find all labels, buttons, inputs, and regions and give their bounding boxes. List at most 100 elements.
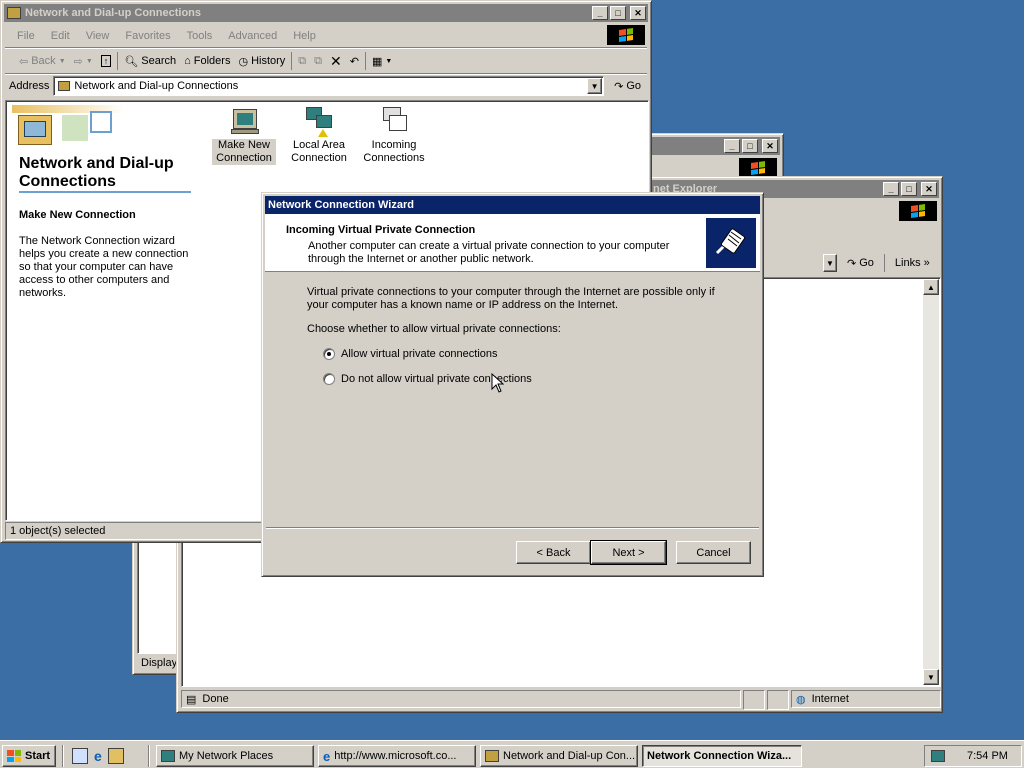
minimize-button[interactable]: _ bbox=[592, 6, 608, 20]
make-new-connection-icon bbox=[229, 105, 259, 137]
maximize-button[interactable]: □ bbox=[742, 139, 758, 153]
delete-x-icon: ✕ bbox=[330, 52, 342, 69]
ie-status: ▤ Done bbox=[181, 690, 741, 708]
folders-icon: ⌂ bbox=[184, 55, 191, 67]
delete-button[interactable]: ✕ bbox=[326, 50, 346, 72]
close-button[interactable]: ✕ bbox=[921, 182, 937, 196]
mouse-cursor-icon bbox=[491, 372, 505, 396]
scroll-down-button[interactable]: ▼ bbox=[923, 669, 939, 685]
copy-to-icon: ⧉ bbox=[314, 54, 323, 67]
menu-view[interactable]: View bbox=[78, 30, 118, 42]
history-button[interactable]: ◷ History bbox=[234, 50, 289, 72]
wizard-dialog: Network Connection Wizard Incoming Virtu… bbox=[261, 192, 764, 577]
task-my-network-places[interactable]: My Network Places bbox=[156, 745, 314, 767]
local-area-connection-icon bbox=[304, 105, 334, 137]
connection-item-incoming[interactable]: Incoming Connections bbox=[362, 105, 426, 165]
explorer-titlebar[interactable]: Network and Dial-up Connections _ □ ✕ bbox=[4, 4, 648, 22]
menu-favorites[interactable]: Favorites bbox=[117, 30, 178, 42]
network-tray-icon[interactable] bbox=[931, 750, 945, 762]
scroll-up-button[interactable]: ▲ bbox=[923, 279, 939, 295]
address-dropdown-button[interactable]: ▼ bbox=[823, 254, 837, 272]
cancel-button[interactable]: Cancel bbox=[676, 541, 751, 564]
undo-icon: ↶ bbox=[349, 55, 359, 68]
minimize-button[interactable]: _ bbox=[883, 182, 899, 196]
go-arrow-icon: ↷ bbox=[847, 257, 857, 270]
task-network-connection-wizard[interactable]: Network Connection Wiza... bbox=[642, 745, 802, 767]
connection-item-local-area[interactable]: Local Area Connection bbox=[287, 105, 351, 165]
network-cable-icon bbox=[706, 218, 756, 268]
wizard-title: Network Connection Wizard bbox=[268, 199, 414, 211]
internet-explorer-icon: e bbox=[323, 748, 331, 764]
forward-arrow-icon: ⇨ bbox=[73, 55, 83, 68]
page-heading: Network and Dial-up Connections bbox=[19, 155, 174, 190]
search-button[interactable]: 🔍︎ Search bbox=[120, 50, 180, 72]
links-button[interactable]: Links» bbox=[891, 252, 934, 274]
internet-globe-icon: ◍ bbox=[796, 693, 806, 706]
menu-advanced[interactable]: Advanced bbox=[220, 30, 285, 42]
back-button[interactable]: ⇦ Back ▼ bbox=[15, 50, 70, 72]
standard-toolbar: ⇦ Back ▼ ⇨ ▼ ↑ 🔍︎ Search ⌂ Folders ◷ History ⧉… bbox=[15, 50, 396, 72]
internet-explorer-icon[interactable]: e bbox=[94, 748, 102, 764]
windows-flag-icon bbox=[7, 750, 21, 762]
network-places-icon bbox=[161, 750, 175, 762]
network-banner-graphic bbox=[12, 105, 124, 151]
task-internet-explorer[interactable]: e http://www.microsoft.co... bbox=[318, 745, 476, 767]
views-icon: ▦ bbox=[371, 55, 383, 68]
menu-tools[interactable]: Tools bbox=[179, 30, 221, 42]
menu-file[interactable]: File bbox=[9, 30, 43, 42]
forward-button[interactable]: ⇨ ▼ bbox=[70, 50, 97, 72]
chevron-right-icon: » bbox=[923, 257, 930, 269]
start-button[interactable]: Start bbox=[2, 745, 56, 767]
search-icon: 🔍︎ bbox=[124, 55, 139, 68]
network-folder-icon bbox=[7, 7, 21, 19]
menu-help[interactable]: Help bbox=[285, 30, 324, 42]
wizard-titlebar[interactable]: Network Connection Wizard bbox=[265, 196, 760, 214]
outlook-express-icon[interactable] bbox=[107, 748, 124, 764]
back-button[interactable]: < Back bbox=[516, 541, 591, 564]
move-to-button[interactable]: ⧉ bbox=[294, 50, 310, 72]
maximize-button[interactable]: □ bbox=[610, 6, 626, 20]
next-button[interactable]: Next > bbox=[590, 540, 667, 565]
minimize-button[interactable]: _ bbox=[724, 139, 740, 153]
up-folder-icon: ↑ bbox=[100, 55, 112, 67]
copy-to-button[interactable]: ⧉ bbox=[310, 50, 326, 72]
ie-zone: ◍ Internet bbox=[791, 690, 941, 708]
back-arrow-icon: ⇦ bbox=[19, 55, 29, 68]
go-button[interactable]: ↷ Go bbox=[610, 75, 645, 97]
wizard-header: Incoming Virtual Private Connection Anot… bbox=[265, 214, 760, 272]
show-desktop-icon[interactable] bbox=[72, 748, 88, 764]
windows-logo-icon bbox=[899, 201, 937, 221]
menu-bar: File Edit View Favorites Tools Advanced … bbox=[9, 26, 324, 46]
quick-launch: e bbox=[72, 748, 124, 764]
windows-logo-icon bbox=[739, 158, 777, 178]
address-input[interactable]: Network and Dial-up Connections ▼ bbox=[53, 76, 605, 96]
go-arrow-icon: ↷ bbox=[614, 80, 624, 93]
network-folder-icon bbox=[58, 81, 71, 91]
history-icon: ◷ bbox=[238, 55, 249, 68]
system-tray: 7:54 PM bbox=[924, 745, 1022, 767]
explorer-status: 1 object(s) selected bbox=[5, 522, 265, 540]
allow-vpn-radio[interactable]: Allow virtual private connections bbox=[323, 348, 498, 360]
wizard-header-title: Incoming Virtual Private Connection bbox=[286, 224, 476, 236]
clock[interactable]: 7:54 PM bbox=[967, 750, 1008, 762]
undo-button[interactable]: ↶ bbox=[346, 50, 363, 72]
maximize-button[interactable]: □ bbox=[901, 182, 917, 196]
close-button[interactable]: ✕ bbox=[630, 6, 646, 20]
task-network-connections[interactable]: Network and Dial-up Con... bbox=[480, 745, 638, 767]
ie-go-button[interactable]: ↷ Go bbox=[843, 252, 878, 274]
views-button[interactable]: ▦ ▼ bbox=[368, 50, 396, 72]
address-dropdown-button[interactable]: ▼ bbox=[587, 78, 603, 94]
folders-button[interactable]: ⌂ Folders bbox=[180, 50, 234, 72]
up-folder-button[interactable]: ↑ bbox=[97, 50, 116, 72]
section-title: Make New Connection bbox=[19, 209, 136, 221]
page-icon: ▤ bbox=[186, 693, 197, 706]
radio-selected-icon[interactable] bbox=[323, 348, 335, 360]
connection-item-make-new[interactable]: Make New Connection bbox=[212, 105, 276, 165]
ie-scrollbar[interactable]: ▲ ▼ bbox=[923, 279, 939, 685]
network-folder-icon bbox=[485, 750, 499, 762]
close-button[interactable]: ✕ bbox=[762, 139, 778, 153]
wizard-info-text: Virtual private connections to your comp… bbox=[307, 286, 715, 311]
radio-unselected-icon[interactable] bbox=[323, 373, 335, 385]
menu-edit[interactable]: Edit bbox=[43, 30, 78, 42]
address-bar: Address Network and Dial-up Connections … bbox=[9, 75, 645, 97]
